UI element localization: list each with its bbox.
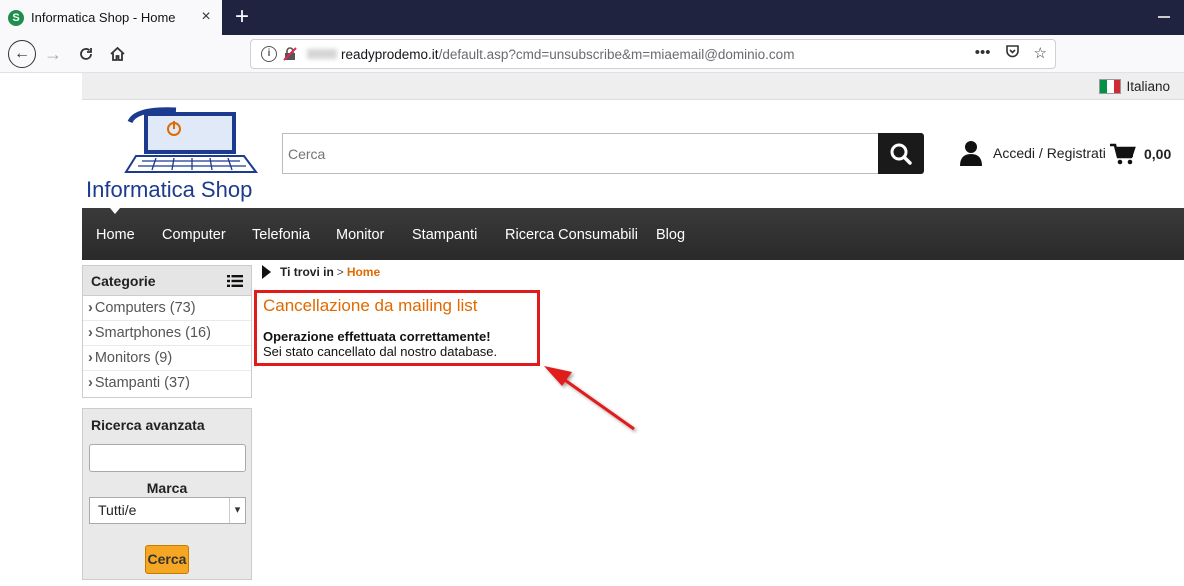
account-link[interactable]: Accedi / Registrati xyxy=(959,140,1106,166)
menu-item-blog[interactable]: Blog xyxy=(656,208,685,260)
categories-panel: Categorie › Computers (73) › Smartphones (… xyxy=(82,265,252,398)
breadcrumb-separator: > xyxy=(336,265,344,279)
cart-link[interactable]: 0,00 xyxy=(1110,143,1171,165)
advanced-search-panel: Ricerca avanzata Marca Tutti/e ▾ Cerca xyxy=(82,408,252,580)
language-selector[interactable]: Italiano xyxy=(1099,79,1170,94)
browser-nav-bar: ← → i readyprodemo.it/default.asp?cmd=un… xyxy=(0,35,1184,73)
insecure-lock-icon[interactable] xyxy=(283,47,297,61)
url-redacted xyxy=(307,49,337,59)
categories-header: Categorie xyxy=(83,266,251,296)
close-tab-icon[interactable]: × xyxy=(198,9,214,25)
menu-item-monitor[interactable]: Monitor xyxy=(336,208,384,260)
site-header: Informatica Shop Accedi / Registrati 0,0… xyxy=(82,100,1184,208)
breadcrumb-arrow-icon xyxy=(262,265,271,279)
cart-total: 0,00 xyxy=(1144,146,1172,162)
site-favicon-icon: S xyxy=(8,9,24,26)
menu-item-stampanti[interactable]: Stampanti xyxy=(412,208,477,260)
category-item[interactable]: › Computers (73) xyxy=(83,296,251,321)
browser-tab-bar: S Informatica Shop - Home × + xyxy=(0,0,1184,35)
category-label: Smartphones (16) xyxy=(94,325,211,341)
user-icon xyxy=(960,141,982,166)
brand-selected-value: Tutti/e xyxy=(98,502,137,518)
chevron-right-icon: › xyxy=(88,300,93,316)
advanced-search-input[interactable] xyxy=(89,444,246,472)
search-box xyxy=(282,133,879,174)
italian-flag-icon xyxy=(1099,79,1122,94)
new-tab-icon[interactable]: + xyxy=(230,4,254,30)
top-strip: Italiano xyxy=(82,73,1184,100)
menu-item-ricerca-consumabili[interactable]: Ricerca Consumabili xyxy=(505,208,638,260)
computer-logo-icon xyxy=(124,107,258,173)
site-logo[interactable]: Informatica Shop xyxy=(86,106,272,202)
search-input[interactable] xyxy=(283,134,878,173)
forward-icon[interactable]: → xyxy=(40,41,66,67)
search-button[interactable] xyxy=(878,133,924,174)
category-item[interactable]: › Monitors (9) xyxy=(83,346,251,371)
tab-title: Informatica Shop - Home xyxy=(31,10,176,25)
more-actions-icon[interactable]: ••• xyxy=(975,44,991,63)
category-label: Stampanti (37) xyxy=(94,375,190,391)
advanced-search-title: Ricerca avanzata xyxy=(91,417,205,433)
minimize-window-icon[interactable] xyxy=(1158,16,1170,18)
home-icon[interactable] xyxy=(104,41,130,67)
page-title: Cancellazione da mailing list xyxy=(263,296,478,315)
category-item[interactable]: › Stampanti (37) xyxy=(83,371,251,396)
status-detail: Sei stato cancellato dal nostro database… xyxy=(263,344,498,359)
chevron-down-icon: ▾ xyxy=(229,498,245,523)
category-label: Computers (73) xyxy=(94,300,196,316)
bookmark-star-icon[interactable]: ☆ xyxy=(1034,44,1047,63)
back-icon[interactable]: ← xyxy=(8,40,36,68)
breadcrumb: Ti trovi in > Home xyxy=(262,265,380,279)
url-path: /default.asp?cmd=unsubscribe&m=miaemail@… xyxy=(438,46,795,62)
menu-item-home[interactable]: Home xyxy=(96,208,135,260)
cart-icon xyxy=(1110,143,1136,165)
unsubscribe-message-box: Cancellazione da mailing list Operazione… xyxy=(254,290,540,366)
chevron-right-icon: › xyxy=(88,325,93,341)
menu-item-telefonia[interactable]: Telefonia xyxy=(252,208,310,260)
chevron-right-icon: › xyxy=(88,350,93,366)
url-actions: ••• ☆ xyxy=(975,44,1047,63)
language-label: Italiano xyxy=(1126,79,1170,94)
logo-text: Informatica Shop xyxy=(86,177,253,202)
info-icon[interactable]: i xyxy=(261,46,277,62)
account-label: Accedi / Registrati xyxy=(993,145,1106,161)
reload-icon[interactable] xyxy=(73,41,99,67)
url-bar[interactable]: i readyprodemo.it/default.asp?cmd=unsubs… xyxy=(250,39,1056,69)
category-label: Monitors (9) xyxy=(94,350,173,366)
category-item[interactable]: › Smartphones (16) xyxy=(83,321,251,346)
brand-select[interactable]: Tutti/e ▾ xyxy=(89,497,246,524)
brand-label: Marca xyxy=(146,480,188,496)
url-host: readyprodemo.it xyxy=(341,46,439,62)
site-page: Italiano Informatica Shop Cerca Accedi /… xyxy=(82,73,1184,586)
list-icon[interactable] xyxy=(227,275,243,287)
search-icon xyxy=(890,143,912,165)
breadcrumb-prefix: Ti trovi in xyxy=(280,265,334,279)
categories-title: Categorie xyxy=(91,273,156,289)
main-menu: Home Computer Telefonia Monitor Stampant… xyxy=(82,208,1184,260)
chevron-right-icon: › xyxy=(88,375,93,391)
breadcrumb-home-link[interactable]: Home xyxy=(347,265,380,279)
menu-item-computer[interactable]: Computer xyxy=(162,208,226,260)
browser-tab[interactable]: S Informatica Shop - Home × xyxy=(0,0,222,35)
pocket-icon[interactable] xyxy=(1005,44,1020,63)
advanced-search-button[interactable]: Cerca xyxy=(145,545,189,574)
status-message: Operazione effettuata correttamente! xyxy=(263,329,491,344)
